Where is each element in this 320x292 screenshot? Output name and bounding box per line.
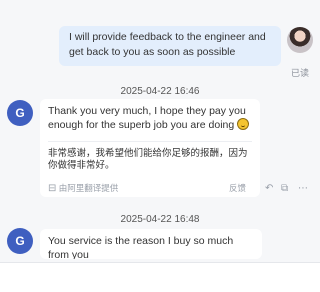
smiling-face-emoji-icon bbox=[237, 118, 250, 130]
translate-icon: ⊟ bbox=[48, 183, 57, 194]
message-timestamp: 2025-04-22 16:48 bbox=[120, 214, 200, 225]
input-area-divider bbox=[0, 262, 320, 263]
message-text-content: Thank you very much, I hope they pay you… bbox=[48, 105, 246, 131]
reply-icon[interactable]: ↶ bbox=[265, 183, 273, 194]
incoming-message-text: You service is the reason I buy so much … bbox=[48, 235, 234, 259]
forward-icon[interactable]: ⧉ bbox=[281, 183, 288, 194]
translation-credit-label: 由阿里翻译提供 bbox=[58, 183, 119, 193]
contact-avatar[interactable]: G bbox=[7, 100, 33, 126]
feedback-link[interactable]: 反馈 bbox=[229, 182, 246, 194]
translated-text: 非常感谢，我希望他们能给你足够的报酬，因为你做得非常好。 bbox=[48, 148, 248, 171]
outgoing-message-text: I will provide feedback to the engineer … bbox=[69, 31, 266, 58]
read-status: 已读 bbox=[290, 68, 309, 78]
self-avatar[interactable] bbox=[287, 27, 313, 53]
outgoing-message-bubble: I will provide feedback to the engineer … bbox=[59, 26, 281, 66]
translation-credit: ⊟ 由阿里翻译提供 bbox=[48, 182, 118, 194]
incoming-message-text: Thank you very much, I hope they pay you… bbox=[48, 104, 252, 132]
message-timestamp: 2025-04-22 16:46 bbox=[120, 86, 200, 97]
input-area[interactable] bbox=[0, 263, 320, 292]
more-icon[interactable]: ⋯ bbox=[298, 183, 308, 194]
contact-avatar[interactable]: G bbox=[7, 228, 33, 254]
avatar-letter: G bbox=[15, 234, 25, 248]
translation-divider bbox=[48, 141, 252, 142]
avatar-letter: G bbox=[15, 106, 25, 120]
incoming-message-bubble: You service is the reason I buy so much … bbox=[40, 229, 262, 259]
